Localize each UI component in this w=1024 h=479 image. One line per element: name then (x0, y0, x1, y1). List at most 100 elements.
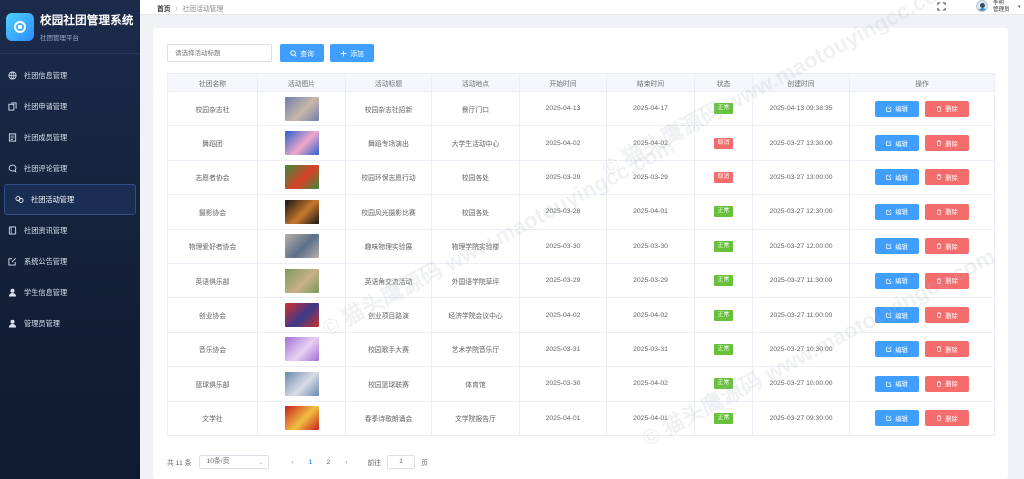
cell-status: 正常 (694, 331, 753, 368)
cell-club: 物理爱好者协会 (167, 228, 258, 264)
user-role: 管理员 (993, 6, 1010, 13)
delete-label: 删除 (945, 278, 958, 286)
search-input[interactable] (167, 44, 272, 62)
page-size-select[interactable]: 10条/页 ⌄ (199, 455, 270, 469)
sidebar-item-6[interactable]: 系统公告管理 (0, 246, 140, 277)
chevron-down-icon: ⌄ (258, 460, 264, 466)
cell-place: 外国语学院草坪 (431, 262, 520, 299)
status-badge: 正常 (713, 275, 734, 287)
table-row: 篮球俱乐部 校园篮球联赛 体育馆 2025-03-30 2025-04-02 正常 2025… (167, 366, 995, 402)
cell-place: 体育馆 (431, 366, 520, 402)
sidebar-item-2[interactable]: 社团成员管理 (0, 122, 140, 153)
total-count: 共 11 条 (167, 460, 192, 467)
activity-image[interactable] (284, 337, 319, 362)
sidebar-item-8[interactable]: 管理员管理 (0, 308, 140, 339)
breadcrumb-home[interactable]: 首页 (157, 6, 171, 13)
sidebar-item-3[interactable]: 社团评论管理 (0, 153, 140, 184)
avatar[interactable] (976, 0, 988, 12)
edit-icon (886, 381, 892, 387)
cell-end: 2025-04-01 (606, 194, 695, 230)
goto-page-input[interactable]: 1 (387, 455, 416, 469)
activity-image[interactable] (284, 96, 319, 121)
activity-image[interactable] (284, 268, 319, 293)
sidebar: 校园社团管理系统 社团管理平台 社团信息管理 社团申请管理 社团成员管理 社团评论管理… (0, 0, 140, 479)
cell-end: 2025-04-02 (606, 297, 695, 333)
edit-button[interactable]: 编辑 (875, 100, 919, 117)
table-row: 舞蹈团 舞蹈专场演出 大学生活动中心 2025-04-02 2025-04-02 取消 20… (167, 125, 995, 161)
cell-end: 2025-03-31 (606, 331, 695, 368)
activity-image[interactable] (284, 199, 319, 224)
cell-title: 校园环保志愿行动 (345, 159, 432, 196)
edit-button[interactable]: 编辑 (875, 169, 919, 186)
edit-button[interactable]: 编辑 (875, 341, 919, 358)
activity-image[interactable] (284, 131, 319, 156)
fullscreen-icon[interactable] (937, 2, 946, 11)
add-button[interactable]: 添加 (330, 44, 374, 62)
delete-button[interactable]: 删除 (925, 238, 969, 255)
query-button[interactable]: 查询 (280, 44, 324, 62)
delete-button[interactable]: 删除 (925, 135, 969, 152)
topbar: 首页 / 社团活动管理 李明 管理员 ▾ (140, 0, 1024, 15)
delete-button[interactable]: 删除 (925, 272, 969, 289)
cell-created: 2025-03-27 10:00:00 (752, 366, 850, 402)
cell-end: 2025-03-29 (606, 159, 695, 196)
edit-button[interactable]: 编辑 (875, 272, 919, 289)
cell-image (257, 331, 346, 368)
activity-image[interactable] (284, 406, 319, 431)
delete-button[interactable]: 删除 (925, 203, 969, 220)
cell-image (257, 125, 346, 161)
sidebar-item-label: 社团活动管理 (31, 194, 75, 204)
edit-button[interactable]: 编辑 (875, 375, 919, 392)
page-number[interactable]: 2 (321, 459, 335, 466)
edit-button[interactable]: 编辑 (875, 307, 919, 324)
edit-button[interactable]: 编辑 (875, 135, 919, 152)
sidebar-menu: 社团信息管理 社团申请管理 社团成员管理 社团评论管理社团活动管理社团资讯管理系统公告… (0, 60, 140, 339)
delete-label: 删除 (945, 140, 958, 148)
delete-button[interactable]: 删除 (925, 307, 969, 324)
cell-created: 2025-03-27 13:00:00 (752, 159, 850, 196)
delete-button[interactable]: 删除 (925, 341, 969, 358)
edit-icon (886, 415, 892, 421)
delete-button[interactable]: 删除 (925, 375, 969, 392)
trash-icon (937, 140, 942, 146)
chevron-down-icon[interactable]: ▾ (1018, 4, 1021, 10)
goto-suffix: 页 (421, 460, 428, 467)
table-row: 摄影协会 校园风光摄影比赛 校园各处 2025-03-28 2025-04-01 正常 20… (167, 194, 995, 230)
prev-page-icon[interactable]: ‹ (286, 459, 298, 466)
user-info[interactable]: 李明 管理员 (993, 0, 1010, 13)
activity-image[interactable] (284, 371, 319, 396)
cell-club: 英语俱乐部 (167, 262, 258, 299)
sidebar-item-label: 系统公告管理 (24, 256, 68, 266)
delete-button[interactable]: 删除 (925, 169, 969, 186)
sidebar-item-5[interactable]: 社团资讯管理 (0, 215, 140, 246)
edit-icon (886, 312, 892, 318)
delete-button[interactable]: 删除 (925, 410, 969, 427)
activity-image[interactable] (284, 303, 319, 328)
cell-image (257, 262, 346, 299)
cell-start: 2025-04-01 (519, 400, 607, 436)
edit-label: 编辑 (895, 174, 908, 182)
page-number[interactable]: 1 (303, 459, 317, 466)
activity-image[interactable] (284, 165, 319, 190)
sidebar-item-7[interactable]: 学生信息管理 (0, 277, 140, 308)
edit-button[interactable]: 编辑 (875, 410, 919, 427)
next-page-icon[interactable]: › (340, 459, 352, 466)
sidebar-item-label: 学生信息管理 (24, 287, 68, 297)
cell-created: 2025-04-13 09:38:35 (752, 90, 850, 127)
delete-button[interactable]: 删除 (925, 100, 969, 117)
cell-start: 2025-04-02 (519, 125, 607, 161)
sidebar-item-4[interactable]: 社团活动管理 (4, 184, 136, 215)
sidebar-item-0[interactable]: 社团信息管理 (0, 60, 140, 91)
edit-label: 编辑 (895, 415, 908, 423)
cell-title: 校园风光摄影比赛 (345, 194, 432, 230)
edit-button[interactable]: 编辑 (875, 203, 919, 220)
cell-title: 校园杂志社招新 (345, 90, 432, 127)
trash-icon (937, 312, 942, 318)
cell-created: 2025-03-27 12:00:00 (752, 228, 850, 264)
edit-button[interactable]: 编辑 (875, 238, 919, 255)
trash-icon (937, 174, 942, 181)
cell-place: 经济学院会议中心 (431, 297, 520, 333)
activity-image[interactable] (284, 234, 319, 259)
delete-label: 删除 (945, 312, 958, 320)
sidebar-item-1[interactable]: 社团申请管理 (0, 91, 140, 122)
